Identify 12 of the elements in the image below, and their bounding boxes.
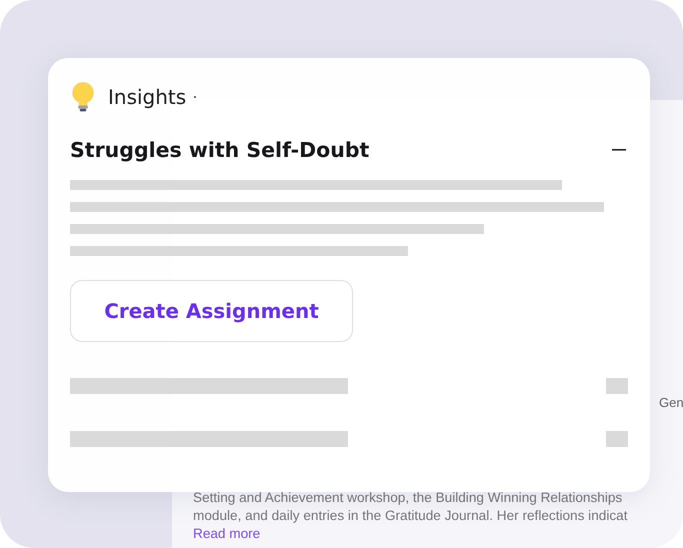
- light-bulb-icon: [70, 81, 96, 113]
- insight-heading: Struggles with Self-Doubt: [70, 138, 370, 162]
- card-title: Insights: [108, 85, 186, 109]
- summary-text: module, and daily entries in the Gratitude Journal. Her reflections indicat: [193, 507, 628, 525]
- skeleton-block: [606, 378, 628, 394]
- create-assignment-button[interactable]: Create Assignment: [70, 280, 353, 342]
- skeleton-block: [606, 431, 628, 447]
- separator-dot: [194, 96, 196, 98]
- read-more-link[interactable]: Read more: [193, 525, 260, 543]
- summary-text: Setting and Achievement workshop, the Building Winning Relationships: [193, 489, 624, 507]
- tag-label: Gen: [659, 395, 683, 412]
- minus-icon: [612, 149, 626, 151]
